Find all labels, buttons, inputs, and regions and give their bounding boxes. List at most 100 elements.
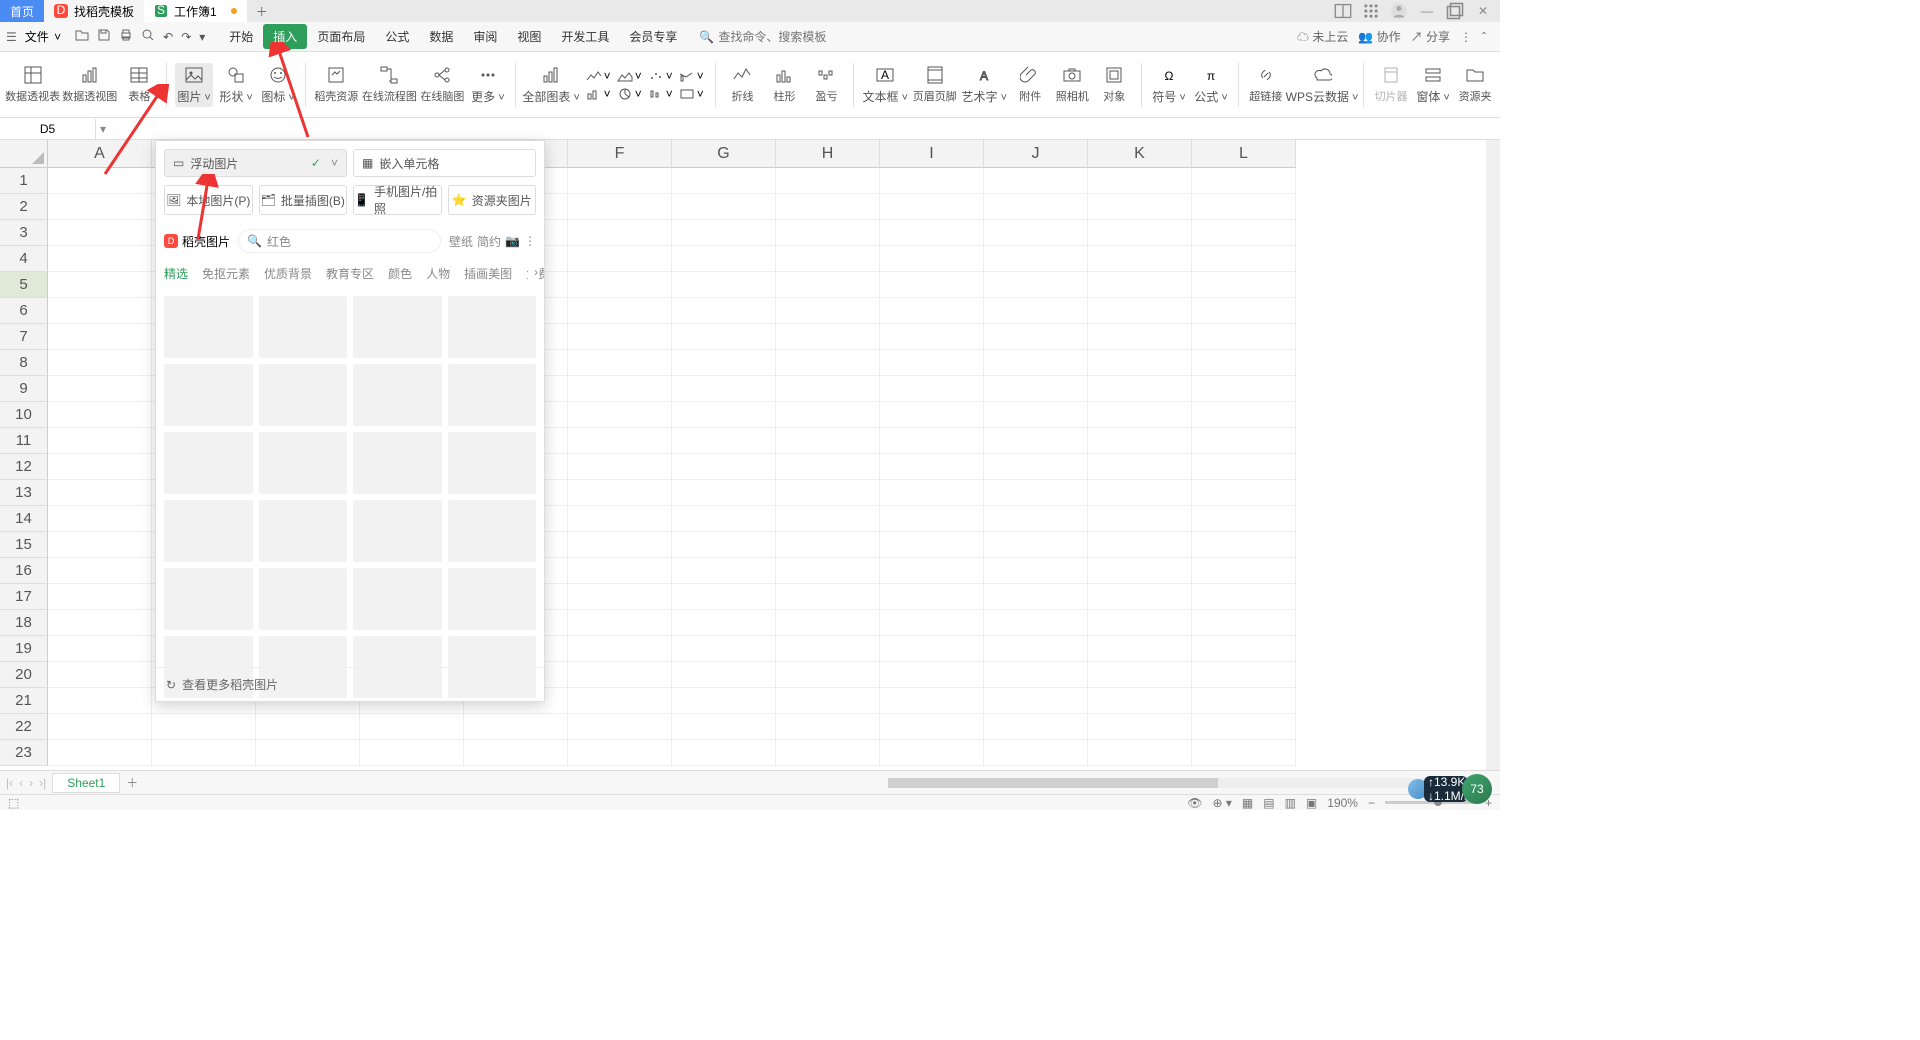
open-icon[interactable] [75, 28, 89, 45]
cell[interactable] [48, 610, 152, 636]
row-header-14[interactable]: 14 [0, 506, 48, 532]
col-header-I[interactable]: I [880, 140, 984, 168]
cell[interactable] [1192, 220, 1296, 246]
image-thumbnail[interactable] [259, 432, 348, 494]
cell[interactable] [672, 610, 776, 636]
camera-filter-icon[interactable]: 📷 [505, 234, 520, 248]
cell[interactable] [880, 220, 984, 246]
image-thumbnail[interactable] [448, 568, 537, 630]
cell[interactable] [1192, 636, 1296, 662]
more-icon[interactable]: ⋮ [1460, 30, 1472, 44]
cell[interactable] [984, 220, 1088, 246]
layout-icon[interactable] [1334, 2, 1352, 20]
pivot-table-button[interactable]: 数据透视表 [6, 63, 59, 106]
cell[interactable] [984, 428, 1088, 454]
cell[interactable] [880, 740, 984, 766]
cell[interactable] [1192, 246, 1296, 272]
cell[interactable] [1088, 194, 1192, 220]
cell[interactable] [464, 740, 568, 766]
cell[interactable] [776, 480, 880, 506]
cell[interactable] [984, 714, 1088, 740]
cell[interactable] [1192, 506, 1296, 532]
cell[interactable] [256, 714, 360, 740]
cell[interactable] [880, 688, 984, 714]
cell[interactable] [880, 584, 984, 610]
cell[interactable] [880, 454, 984, 480]
cell[interactable] [568, 194, 672, 220]
image-thumbnail[interactable] [164, 500, 253, 562]
cell[interactable] [672, 558, 776, 584]
cell[interactable] [152, 740, 256, 766]
cell[interactable] [48, 740, 152, 766]
collab-button[interactable]: 👥 协作 [1358, 28, 1400, 45]
cell[interactable] [672, 454, 776, 480]
cell[interactable] [48, 428, 152, 454]
cell[interactable] [672, 636, 776, 662]
tab-view[interactable]: 视图 [507, 24, 551, 49]
hamburger-icon[interactable]: ☰ [6, 30, 17, 44]
cell[interactable] [880, 532, 984, 558]
cell[interactable] [984, 532, 1088, 558]
cell[interactable] [880, 350, 984, 376]
row-header-13[interactable]: 13 [0, 480, 48, 506]
cell[interactable] [568, 636, 672, 662]
form-control-button[interactable]: 窗体 ˅ [1414, 63, 1452, 107]
cell[interactable] [1088, 636, 1192, 662]
cell[interactable] [880, 376, 984, 402]
cell[interactable] [776, 194, 880, 220]
cell[interactable] [672, 714, 776, 740]
image-thumbnail[interactable] [448, 432, 537, 494]
cell[interactable] [672, 402, 776, 428]
float-image-option[interactable]: ▭ 浮动图片 ✓ ˅ [164, 149, 347, 177]
tab-formula[interactable]: 公式 [375, 24, 419, 49]
cell[interactable] [984, 324, 1088, 350]
stock-chart-mini[interactable]: ˅ [645, 86, 676, 102]
cat-people[interactable]: 人物 [426, 265, 450, 282]
row-header-23[interactable]: 23 [0, 740, 48, 766]
cell[interactable] [1192, 662, 1296, 688]
cell[interactable] [48, 220, 152, 246]
cell[interactable] [568, 220, 672, 246]
cell[interactable] [48, 376, 152, 402]
row-header-15[interactable]: 15 [0, 532, 48, 558]
cell[interactable] [1192, 168, 1296, 194]
cell[interactable] [984, 168, 1088, 194]
phone-picture-button[interactable]: 📱手机图片/拍照 [353, 185, 442, 215]
panel-footer-link[interactable]: ↻ 查看更多稻壳图片 [156, 667, 544, 701]
cell[interactable] [568, 480, 672, 506]
cat-color[interactable]: 颜色 [388, 265, 412, 282]
cell[interactable] [48, 272, 152, 298]
row-header-22[interactable]: 22 [0, 714, 48, 740]
cell[interactable] [1192, 402, 1296, 428]
print-icon[interactable] [119, 28, 133, 45]
new-tab-button[interactable]: ＋ [247, 0, 277, 22]
cell[interactable] [48, 194, 152, 220]
cell[interactable] [48, 480, 152, 506]
zoom-out-button[interactable]: − [1368, 796, 1375, 810]
cell[interactable] [984, 506, 1088, 532]
cell[interactable] [568, 610, 672, 636]
cell[interactable] [672, 376, 776, 402]
cell[interactable] [48, 688, 152, 714]
view-break-icon[interactable]: ▥ [1285, 796, 1296, 810]
record-macro-icon[interactable]: ⬚ [8, 796, 19, 810]
cell[interactable] [1088, 662, 1192, 688]
cell[interactable] [880, 610, 984, 636]
cell[interactable] [776, 636, 880, 662]
cell[interactable] [1192, 428, 1296, 454]
cell[interactable] [984, 636, 1088, 662]
image-thumbnail[interactable] [353, 364, 442, 426]
cell[interactable] [984, 584, 1088, 610]
filter-simple[interactable]: 简约 [477, 233, 501, 250]
camera-button[interactable]: 照相机 [1053, 63, 1091, 106]
cell[interactable] [1088, 714, 1192, 740]
pie-chart-mini[interactable]: ˅ [614, 86, 645, 102]
cell[interactable] [880, 428, 984, 454]
cell[interactable] [568, 272, 672, 298]
image-thumbnail[interactable] [259, 500, 348, 562]
cat-scroll-right[interactable]: › [528, 265, 538, 279]
view-reading-icon[interactable]: ▣ [1306, 796, 1317, 810]
row-header-4[interactable]: 4 [0, 246, 48, 272]
cell[interactable] [48, 454, 152, 480]
row-header-5[interactable]: 5 [0, 272, 48, 298]
